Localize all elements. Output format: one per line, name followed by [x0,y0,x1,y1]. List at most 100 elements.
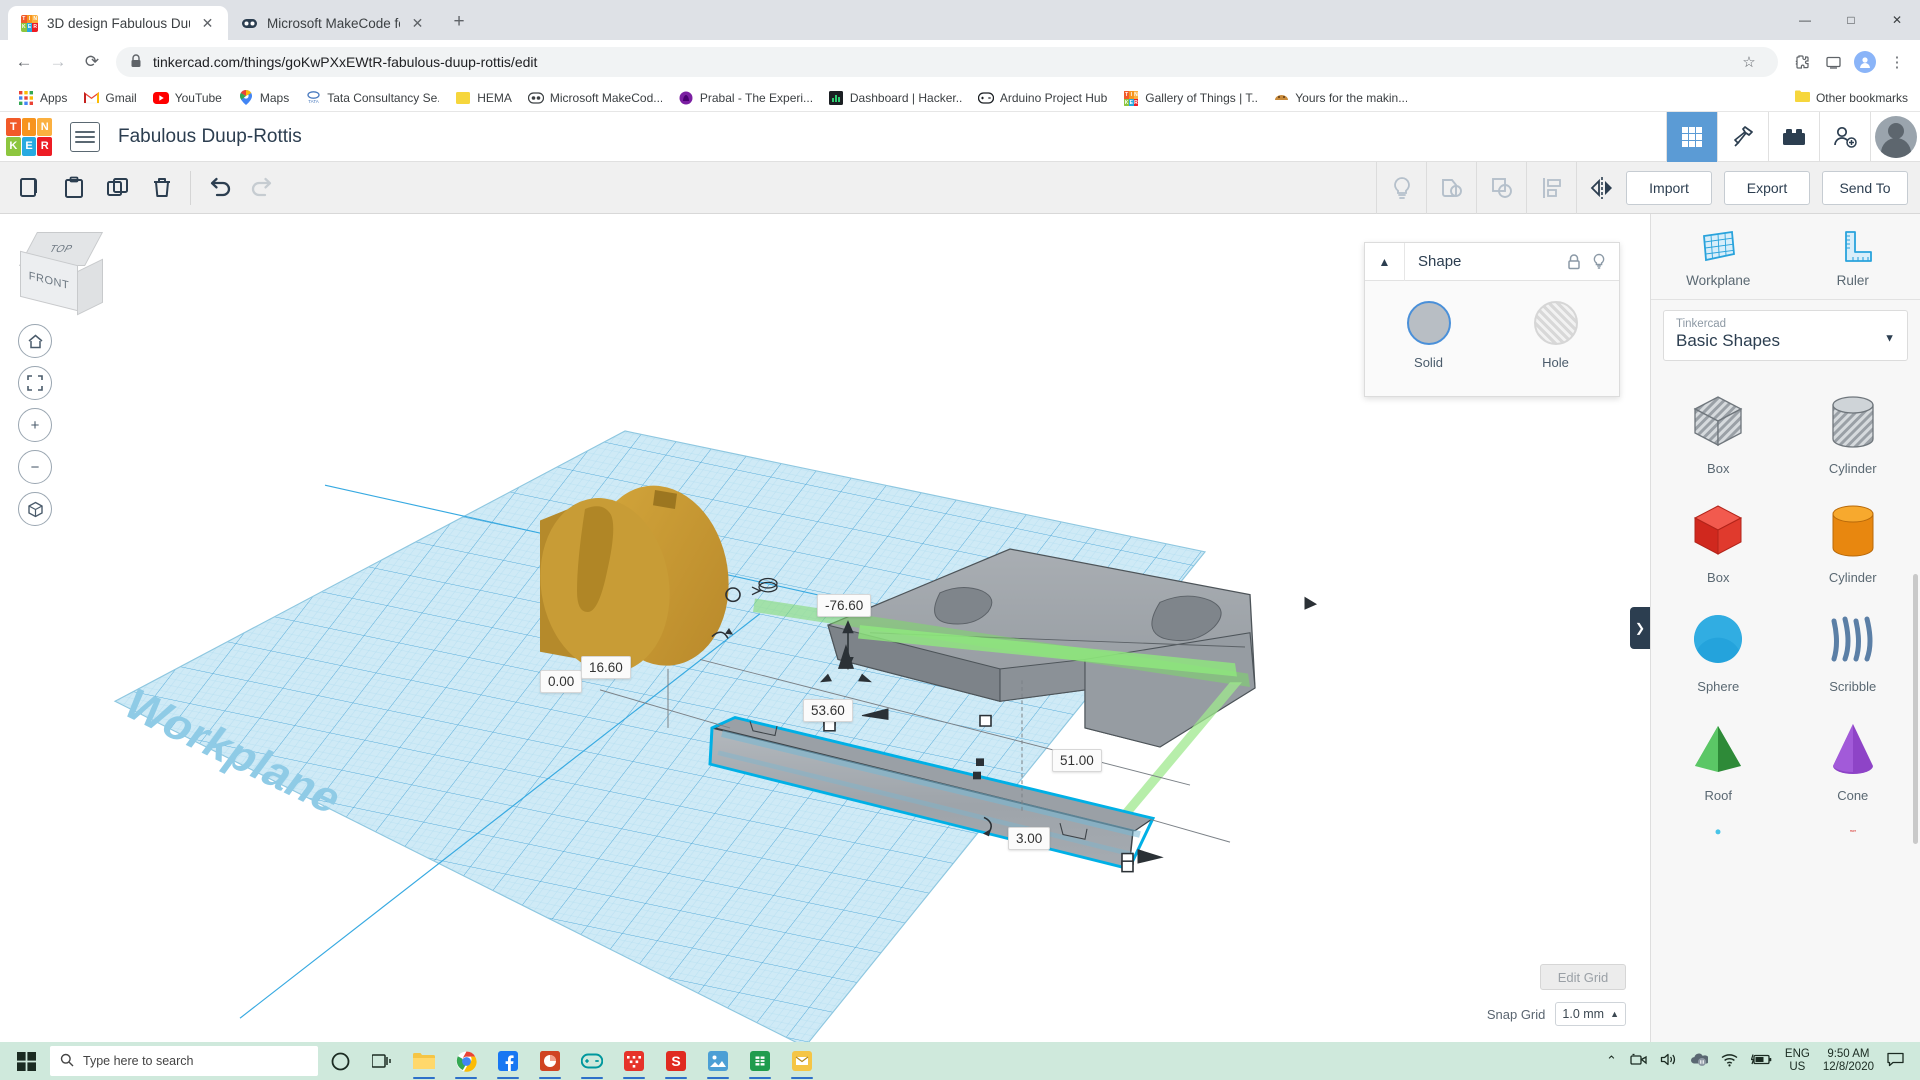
bookmark-arduino[interactable]: Arduino Project Hub [970,87,1115,109]
back-button[interactable]: ← [8,46,40,78]
dim-thickness[interactable]: 3.00 [1008,827,1051,850]
lightbulb-icon[interactable] [1589,243,1619,281]
chrome-menu-icon[interactable]: ⋮ [1882,47,1912,77]
copy-icon[interactable] [8,166,52,210]
delete-icon[interactable] [140,166,184,210]
ungroup-icon[interactable] [1476,161,1526,214]
edit-grid-button[interactable]: Edit Grid [1540,964,1626,990]
onedrive-pause-icon[interactable] [1690,1052,1710,1070]
collapse-panel-button[interactable]: ❯ [1630,607,1650,649]
bookmark-hema[interactable]: HEMA [447,87,520,109]
list-menu-icon[interactable] [70,121,100,152]
duplicate-icon[interactable] [96,166,140,210]
home-view-icon[interactable] [18,324,52,358]
bookmark-star-icon[interactable]: ☆ [1734,47,1764,77]
task-view-icon[interactable] [362,1042,402,1080]
bookmark-apps[interactable]: Apps [10,87,75,109]
sidebar-scrollbar[interactable] [1913,574,1918,844]
cortana-icon[interactable] [320,1042,360,1080]
bookmark-gallery[interactable]: TIN KER Gallery of Things | T... [1115,87,1265,109]
tray-chevron-icon[interactable]: ⌃ [1606,1053,1617,1069]
meet-camera-icon[interactable] [1630,1052,1647,1070]
zoom-in-icon[interactable]: + [18,408,52,442]
collapse-caret-icon[interactable]: ▲ [1365,242,1405,281]
zoom-out-icon[interactable]: − [18,450,52,484]
bookmark-prabal[interactable]: Prabal - The Experi... [670,87,820,109]
shape-item-box-red[interactable]: Box [1651,488,1786,595]
shape-item-cylinder-orange[interactable]: Cylinder [1786,488,1920,595]
invite-person-icon[interactable] [1819,111,1870,162]
group-icon[interactable] [1426,161,1476,214]
extensions-icon[interactable] [1786,47,1816,77]
search-input[interactable]: Type here to search [50,1046,318,1076]
fit-view-icon[interactable] [18,366,52,400]
notification-icon[interactable] [1887,1052,1904,1070]
dim-ruler-y[interactable]: -76.60 [817,594,872,617]
lock-icon[interactable] [1559,243,1589,281]
import-button[interactable]: Import [1626,170,1712,205]
s-app-icon[interactable]: S [656,1042,696,1080]
media-cast-icon[interactable] [1818,47,1848,77]
input-language[interactable]: ENG US [1785,1048,1810,1074]
bookmark-tata[interactable]: TATA Tata Consultancy Se... [297,87,447,109]
bookmark-adafruit[interactable]: Yours for the makin... [1265,87,1415,109]
undo-icon[interactable] [197,166,241,210]
snap-grid-select[interactable]: 1.0 mm ▲ [1555,1002,1626,1026]
bookmark-maps[interactable]: Maps [230,87,297,109]
align-icon[interactable] [1526,161,1576,214]
battery-charging-icon[interactable] [1750,1053,1772,1069]
other-bookmarks[interactable]: Other bookmarks [1794,90,1908,105]
library-selector[interactable]: Tinkercad Basic Shapes ▼ [1663,310,1908,361]
shape-item-cone[interactable]: Cone [1786,706,1920,813]
minimize-button[interactable]: — [1782,4,1828,36]
facebook-icon[interactable] [488,1042,528,1080]
mail-app-icon[interactable] [782,1042,822,1080]
bookmark-makecode[interactable]: Microsoft MakeCod... [520,87,670,109]
dim-width[interactable]: 51.00 [1052,749,1102,772]
dim-height[interactable]: 16.60 [581,656,631,679]
windows-start-icon[interactable] [4,1042,48,1080]
export-button[interactable]: Export [1724,170,1810,205]
sidebar-tool-ruler[interactable]: Ruler [1786,214,1920,299]
lightbulb-icon[interactable] [1376,161,1426,214]
blocks-brick-icon[interactable] [1768,111,1819,162]
view-cube[interactable]: TOP FRONT [18,232,108,316]
shape-item-box-hatched[interactable]: Box [1651,379,1786,486]
microbit-icon[interactable] [614,1042,654,1080]
shape-option-solid[interactable]: Solid [1365,301,1492,370]
shape-option-hole[interactable]: Hole [1492,301,1619,370]
paste-icon[interactable] [52,166,96,210]
orthographic-view-icon[interactable] [18,492,52,526]
forward-button[interactable]: → [42,46,74,78]
volume-icon[interactable] [1660,1052,1677,1070]
browser-tab-tinkercad[interactable]: TIN KER 3D design Fabulous Duup-Rottis ✕ [8,6,228,40]
mirror-icon[interactable] [1576,161,1626,214]
view-cube-right-face[interactable] [77,258,103,316]
wifi-icon[interactable] [1721,1053,1738,1070]
file-explorer-icon[interactable] [404,1042,444,1080]
sidebar-tool-workplane[interactable]: Workplane [1651,214,1786,299]
close-icon[interactable]: ✕ [409,15,426,32]
close-window-button[interactable]: ✕ [1874,4,1920,36]
bookmark-gmail[interactable]: Gmail [75,87,144,109]
maximize-button[interactable]: □ [1828,4,1874,36]
shape-item-scribble[interactable]: Scribble [1786,597,1920,704]
photos-icon[interactable] [698,1042,738,1080]
profile-avatar[interactable] [1850,47,1880,77]
codeblocks-hammer-icon[interactable] [1717,111,1768,162]
address-bar[interactable]: tinkercad.com/things/goKwPXxEWtR-fabulou… [116,47,1778,77]
bookmark-youtube[interactable]: YouTube [145,87,230,109]
reload-button[interactable]: ⟳ [76,46,108,78]
powerpoint-icon[interactable] [530,1042,570,1080]
arduino-icon[interactable] [572,1042,612,1080]
shape-item-sphere[interactable]: Sphere [1651,597,1786,704]
bookmark-hackster[interactable]: Dashboard | Hacker... [820,87,970,109]
shape-item-cylinder-hatched[interactable]: Cylinder [1786,379,1920,486]
new-tab-button[interactable]: + [444,7,474,37]
excel-green-icon[interactable] [740,1042,780,1080]
dim-length[interactable]: 53.60 [803,699,853,722]
grid-view-icon[interactable] [1666,111,1717,162]
tinkercad-logo[interactable]: T I N K E R [6,117,52,156]
3d-canvas[interactable]: Workplane TOP FRONT + − 0.00 16.60 -76.6… [0,214,1650,1042]
user-avatar[interactable] [1870,111,1920,162]
